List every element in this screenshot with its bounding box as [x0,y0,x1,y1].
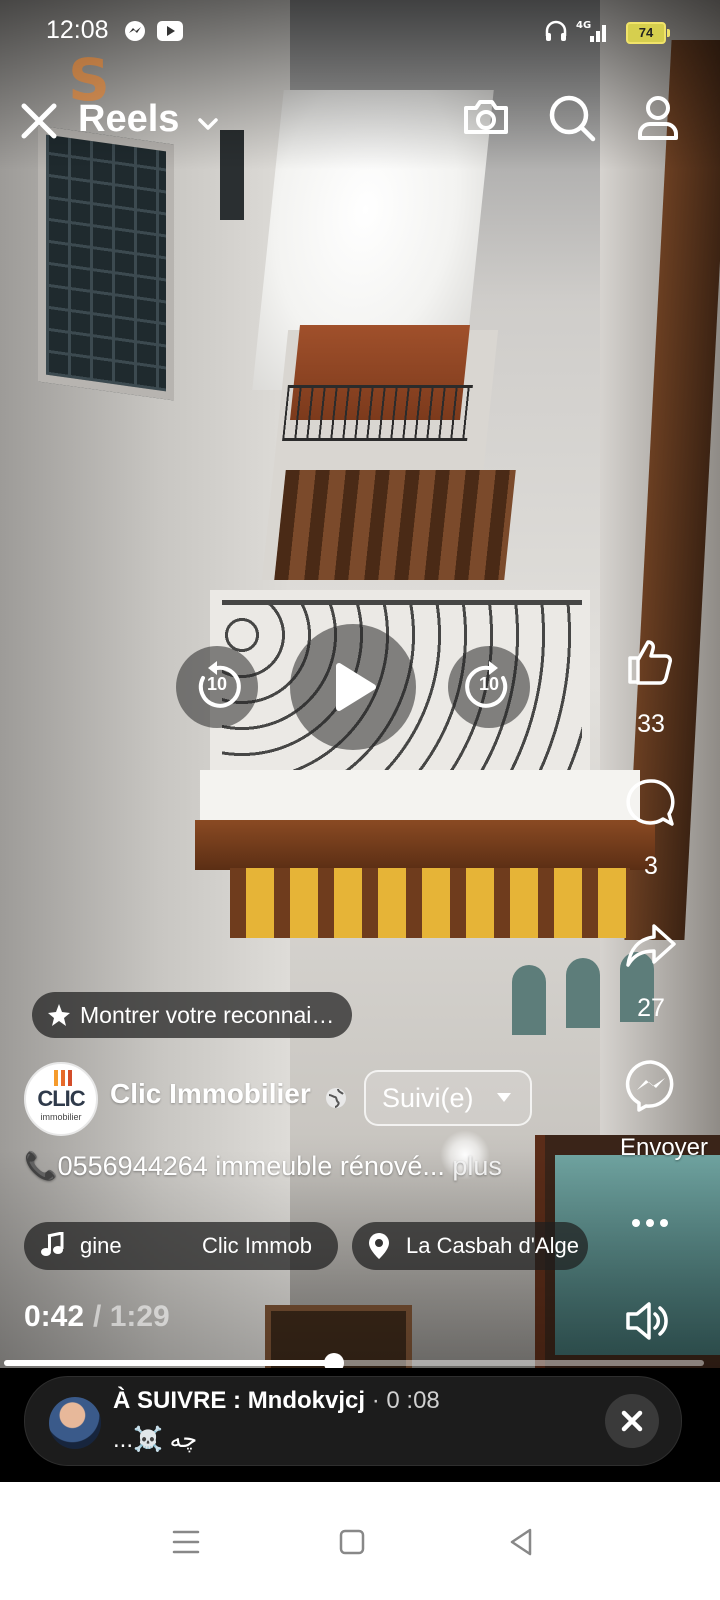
status-time: 12:08 [46,16,109,44]
video-player[interactable] [0,0,720,1512]
play-icon [336,663,376,711]
channel-name[interactable]: Clic Immobilier [110,1078,311,1110]
comment-icon[interactable] [624,776,678,830]
home-square-icon[interactable] [332,1522,372,1562]
music-note-icon [41,1232,64,1256]
comment-count: 3 [644,852,658,880]
youtube-icon [157,21,183,41]
chevron-down-icon[interactable] [196,112,220,136]
video-upper-railing [282,385,473,441]
up-next-subtitle: ...☠️ چه [113,1426,198,1453]
system-nav-bar [0,1482,720,1600]
share-count: 27 [637,994,665,1022]
stars-icon [48,1004,70,1026]
follow-button[interactable]: Suivi(e) [364,1070,532,1126]
video-arch [512,965,546,1035]
forward-label: 10 [478,674,500,694]
like-icon[interactable] [624,634,678,688]
svg-text:4G: 4G [576,20,591,31]
audio-pill[interactable]: gine Clic Immob [24,1222,338,1270]
up-next-channel: Mndokvjcj [247,1387,366,1414]
send-label[interactable]: Envoyer [604,1134,720,1162]
current-time: 0:42 [24,1300,85,1333]
share-icon[interactable] [624,918,678,972]
caption-more-link[interactable]: plus [452,1151,502,1181]
channel-avatar[interactable]: CLIC immobilier [24,1062,98,1136]
video-upper-beams [274,470,516,580]
up-next-close-button[interactable] [605,1394,659,1448]
search-icon[interactable] [546,92,598,144]
like-count: 33 [637,710,665,738]
location-pill[interactable]: La Casbah d'Alge [352,1222,588,1270]
recents-menu-icon[interactable] [166,1522,206,1562]
caption[interactable]: 📞0556944264 immeuble rénové... plus [24,1150,502,1182]
up-next-card[interactable]: À SUIVRE : Mndokvjcj · 0 :08 ...☠️ چه [24,1376,682,1466]
camera-icon[interactable] [460,92,512,144]
reels-title[interactable]: Reels [78,98,179,141]
follow-label: Suivi(e) [382,1083,474,1113]
messenger-icon [125,21,145,41]
video-lower-beam [195,820,655,870]
close-icon [621,1410,643,1432]
forward-button[interactable]: 10 [448,646,530,728]
progress-bar[interactable] [4,1353,704,1373]
avatar-logo-text: CLIC [37,1086,85,1111]
globe-icon [326,1088,346,1108]
duration: 1:29 [109,1300,170,1333]
back-triangle-icon[interactable] [502,1522,542,1562]
up-next-label: À SUIVRE : [113,1387,242,1414]
rewind-label: 10 [206,674,228,694]
recognition-button[interactable]: Montrer votre reconnai… [32,992,352,1038]
battery-icon: 74 [626,22,670,44]
reels-screen: S 12:08 4G 74 Reels 10 10 33 3 27 Envoye… [0,0,720,1512]
recognition-label: Montrer votre reconnai… [80,1002,335,1028]
location-label: La Casbah d'Alge [406,1233,579,1258]
audio-artist: Clic Immob [202,1233,313,1258]
close-icon[interactable] [18,100,60,142]
play-button[interactable] [290,624,416,750]
avatar-logo-bars [54,1070,74,1086]
audio-title: gine [80,1233,122,1258]
headphones-icon [545,20,567,41]
video-arch [566,958,600,1028]
volume-icon[interactable] [624,1300,670,1342]
caption-text: 📞0556944264 immeuble rénové... [24,1151,445,1181]
time-separator: / [93,1300,102,1333]
total-time: / 1:29 [93,1300,170,1334]
avatar-logo-subtext: immobilier [40,1112,82,1122]
more-options-icon[interactable] [628,1208,672,1238]
messenger-send-icon[interactable] [624,1058,678,1112]
video-joists [230,868,630,938]
up-next-duration: · 0 :08 [371,1387,440,1414]
caret-down-icon [497,1093,511,1102]
status-bar: 12:08 4G 74 [0,0,720,62]
rewind-button[interactable]: 10 [176,646,258,728]
signal-4g-icon: 4G [576,20,606,42]
progress-fill [4,1360,335,1366]
profile-icon[interactable] [632,92,684,144]
up-next-avatar [49,1397,101,1449]
location-pin-icon [369,1233,389,1259]
up-next-title: À SUIVRE : Mndokvjcj · 0 :08 [113,1387,440,1415]
